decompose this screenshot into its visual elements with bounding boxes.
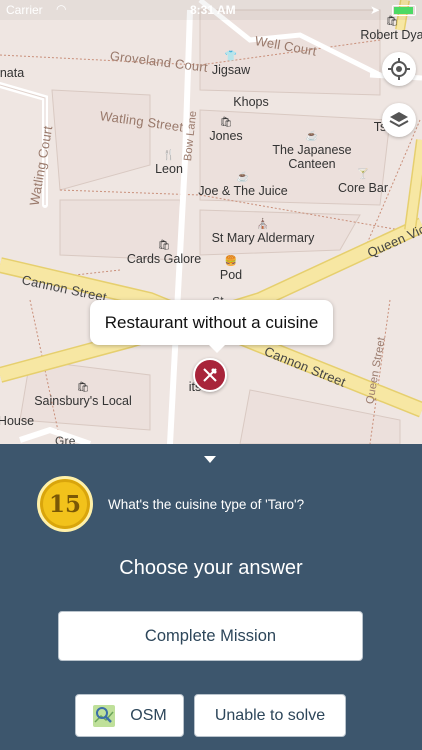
- poi[interactable]: Khops: [233, 95, 268, 109]
- street-label: Gre: [55, 434, 76, 444]
- poi[interactable]: 🛍 Sainsbury's Local: [34, 382, 132, 408]
- poi-label: Khops: [233, 95, 269, 109]
- poi-label: Cards Galore: [126, 252, 202, 266]
- clock: 8:31 AM: [190, 3, 236, 17]
- poi-label: Core Bar: [337, 181, 389, 195]
- choose-answer-heading: Choose your answer: [119, 557, 303, 579]
- poi-label: Jigsaw: [211, 63, 251, 77]
- poi[interactable]: ☕ Joe & The Juice: [198, 172, 287, 198]
- fastfood-icon: 🍔: [224, 256, 238, 267]
- poi[interactable]: 🍸 Core Bar: [338, 169, 388, 195]
- poi-label: The Japanese Canteen: [272, 143, 352, 171]
- poi[interactable]: ☕ The Japanese Canteen: [257, 131, 367, 171]
- layers-button[interactable]: [382, 103, 416, 137]
- poi-label: St Mary Aldermary: [211, 231, 315, 245]
- poi-label: nata: [0, 66, 25, 80]
- poi-label: Leon: [155, 162, 183, 176]
- poi[interactable]: 🛍 Jones: [209, 117, 242, 143]
- shop-icon: 🛍: [157, 240, 171, 251]
- poi[interactable]: 🍔 Pod: [220, 256, 242, 282]
- shop-icon: 🛍: [219, 117, 233, 128]
- poi-label: Joe & The Juice: [198, 184, 288, 198]
- quest-pin[interactable]: [193, 358, 227, 392]
- cafe-icon: ☕: [236, 172, 250, 183]
- poi[interactable]: ⛪ St Mary Aldermary: [212, 219, 315, 245]
- poi[interactable]: 👕 Jigsaw: [212, 51, 250, 77]
- crosshair-icon: [388, 58, 410, 80]
- clothes-icon: 👕: [224, 51, 238, 62]
- shop-icon: 🛍: [76, 382, 90, 393]
- bar-icon: 🍸: [356, 169, 370, 180]
- poi-label: Sainsbury's Local: [34, 394, 132, 408]
- quest-callout[interactable]: Restaurant without a cuisine: [90, 300, 333, 353]
- locate-me-button[interactable]: [382, 52, 416, 86]
- poi-label: Robert Dya: [360, 28, 422, 42]
- cafe-icon: ☕: [305, 131, 319, 142]
- poi[interactable]: 🍴 Leon: [155, 150, 183, 176]
- restaurant-icon: [203, 368, 217, 382]
- poi[interactable]: House: [0, 414, 34, 428]
- quest-question: What's the cuisine type of 'Taro'?: [108, 497, 305, 512]
- poi[interactable]: 🛍 Cards Galore: [127, 240, 201, 266]
- poi-label: Pod: [219, 268, 243, 282]
- osm-button[interactable]: OSM: [75, 694, 184, 737]
- complete-mission-button[interactable]: Complete Mission: [58, 611, 363, 661]
- osm-logo-icon: [93, 704, 116, 727]
- wifi-icon: ◠: [56, 2, 67, 16]
- osm-label: OSM: [130, 706, 167, 724]
- carrier-label: Carrier: [6, 3, 43, 17]
- location-arrow-icon: ➤: [370, 3, 381, 17]
- church-icon: ⛪: [256, 219, 270, 230]
- restaurant-icon: 🍴: [162, 150, 176, 161]
- battery-icon: [392, 5, 416, 16]
- poi-label: Jones: [209, 129, 243, 143]
- layers-icon: [389, 112, 409, 128]
- points-coin: 15: [37, 476, 93, 532]
- poi-label: House: [0, 414, 35, 428]
- collapse-chevron-icon[interactable]: [204, 456, 216, 463]
- poi[interactable]: nata: [0, 66, 24, 80]
- unable-to-solve-button[interactable]: Unable to solve: [194, 694, 346, 737]
- status-bar: Carrier ◠ 8:31 AM ➤: [0, 0, 422, 20]
- map-view[interactable]: Groveland Court Well Court Watling Stree…: [0, 0, 422, 444]
